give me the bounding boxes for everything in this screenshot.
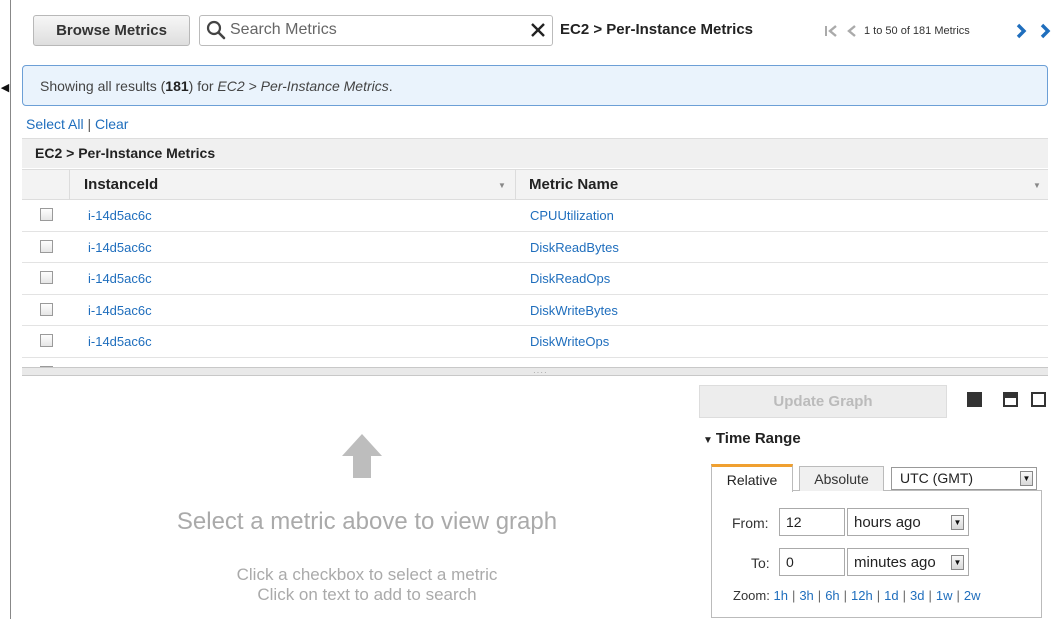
instance-id-link[interactable]: i-14d5ac6c xyxy=(88,240,152,255)
row-checkbox[interactable] xyxy=(40,271,53,285)
collapse-sidebar-icon[interactable]: ◀ xyxy=(0,72,10,102)
search-input[interactable] xyxy=(230,17,520,43)
zoom-12h[interactable]: 12h xyxy=(851,588,873,603)
timezone-select[interactable]: UTC (GMT) ▼ xyxy=(891,467,1037,490)
layout-medium-graph-icon[interactable] xyxy=(1003,392,1018,407)
empty-graph-title: Select a metric above to view graph xyxy=(176,508,558,535)
row-checkbox[interactable] xyxy=(40,208,53,221)
column-header-instanceid[interactable]: InstanceId xyxy=(84,176,158,193)
time-range-toggle[interactable]: ▼ Time Range xyxy=(703,430,801,447)
row-checkbox[interactable] xyxy=(40,239,53,253)
from-value-input[interactable] xyxy=(779,508,845,536)
instance-id-link[interactable]: i-14d5ac6c xyxy=(88,303,152,318)
up-arrow-icon xyxy=(342,434,382,478)
zoom-1w[interactable]: 1w xyxy=(936,588,953,603)
search-icon xyxy=(206,20,226,40)
to-label: To: xyxy=(751,555,770,571)
table-row xyxy=(22,358,1048,367)
table-row: i-14d5ac6c DiskReadBytes xyxy=(22,232,1048,264)
empty-graph-hint: Click on text to add to search xyxy=(257,585,477,604)
zoom-options: Zoom: 1h | 3h | 6h | 12h | 1d | 3d | 1w | 2w xyxy=(733,588,981,603)
results-banner-text: Showing all results (181) for EC2 > Per-… xyxy=(40,78,393,94)
table-group-title: EC2 > Per-Instance Metrics xyxy=(35,145,216,161)
layout-small-graph-icon[interactable] xyxy=(967,392,982,407)
row-checkbox[interactable] xyxy=(40,302,53,316)
from-unit-select[interactable]: hours ago ▼ xyxy=(847,508,969,536)
last-page-icon[interactable] xyxy=(1038,23,1052,39)
clear-search-icon[interactable] xyxy=(528,20,548,40)
row-checkbox[interactable] xyxy=(40,334,53,348)
select-all-link[interactable]: Select All xyxy=(26,116,84,132)
column-divider xyxy=(515,169,516,200)
empty-graph-hint: Click a checkbox to select a metric xyxy=(236,565,498,584)
sort-menu-icon[interactable]: ▼ xyxy=(1033,181,1041,190)
results-namespace: EC2 > Per-Instance Metrics xyxy=(217,78,389,94)
metric-name-link[interactable]: DiskReadBytes xyxy=(530,240,619,255)
expand-triangle-icon: ▼ xyxy=(703,435,713,446)
zoom-3h[interactable]: 3h xyxy=(799,588,813,603)
next-page-icon[interactable] xyxy=(1014,23,1028,39)
metric-name-link[interactable]: DiskReadOps xyxy=(530,271,610,286)
clear-selection-link[interactable]: Clear xyxy=(95,116,128,132)
zoom-3d[interactable]: 3d xyxy=(910,588,924,603)
instance-id-link[interactable]: i-14d5ac6c xyxy=(88,334,152,349)
table-row: i-14d5ac6c DiskWriteBytes xyxy=(22,295,1048,327)
metric-name-link[interactable]: DiskWriteOps xyxy=(530,334,609,349)
sort-menu-icon[interactable]: ▼ xyxy=(498,181,506,190)
metric-name-link[interactable]: DiskWriteBytes xyxy=(530,303,618,318)
column-header-metric-name[interactable]: Metric Name xyxy=(529,176,618,193)
metric-name-link[interactable]: CPUUtilization xyxy=(530,208,614,223)
results-count: 181 xyxy=(165,78,189,94)
column-divider xyxy=(69,169,70,200)
table-row: i-14d5ac6c DiskWriteOps xyxy=(22,326,1048,358)
dropdown-arrow-icon: ▼ xyxy=(951,555,964,570)
pager-range-text: 1 to 50 of 181 Metrics xyxy=(864,25,970,37)
update-graph-button[interactable]: Update Graph xyxy=(699,385,947,418)
instance-id-link[interactable]: i-14d5ac6c xyxy=(88,271,152,286)
left-rail-divider xyxy=(10,0,11,619)
to-value-input[interactable] xyxy=(779,548,845,576)
first-page-icon[interactable] xyxy=(824,24,838,38)
to-unit-select[interactable]: minutes ago ▼ xyxy=(847,548,969,576)
table-row: i-14d5ac6c CPUUtilization xyxy=(22,200,1048,232)
instance-id-link[interactable]: i-14d5ac6c xyxy=(88,208,152,223)
previous-page-icon[interactable] xyxy=(846,24,858,38)
selection-links: Select All | Clear xyxy=(26,116,129,132)
zoom-1d[interactable]: 1d xyxy=(884,588,898,603)
zoom-6h[interactable]: 6h xyxy=(825,588,839,603)
browse-metrics-button[interactable]: Browse Metrics xyxy=(33,15,190,46)
dropdown-arrow-icon: ▼ xyxy=(951,515,964,530)
layout-large-graph-icon[interactable] xyxy=(1031,392,1046,407)
table-row: i-14d5ac6c DiskReadOps xyxy=(22,263,1048,295)
tab-absolute[interactable]: Absolute xyxy=(799,466,884,491)
zoom-2w[interactable]: 2w xyxy=(964,588,981,603)
grip-icon: ···· xyxy=(533,368,548,377)
current-namespace-title: EC2 > Per-Instance Metrics xyxy=(560,21,754,38)
metrics-table-body: i-14d5ac6c CPUUtilization i-14d5ac6c Dis… xyxy=(22,200,1048,367)
tab-relative[interactable]: Relative xyxy=(711,464,793,492)
dropdown-arrow-icon: ▼ xyxy=(1020,471,1033,486)
zoom-1h[interactable]: 1h xyxy=(773,588,787,603)
from-label: From: xyxy=(732,515,769,531)
